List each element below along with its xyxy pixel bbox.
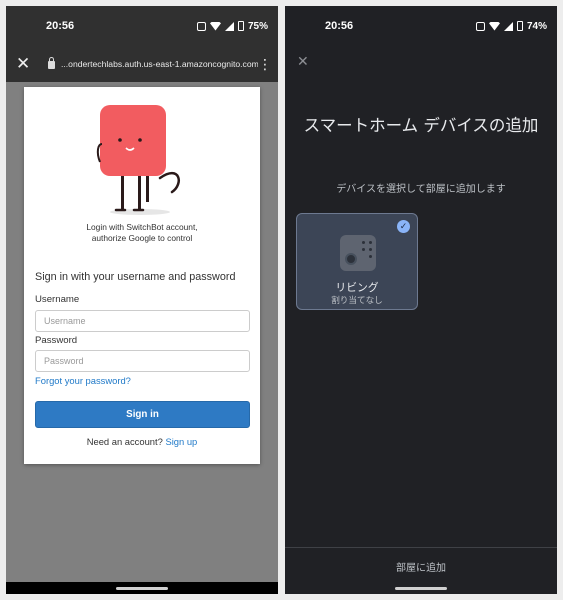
status-time: 20:56 [325, 20, 354, 32]
page-title: スマートホーム デバイスの追加 [303, 116, 539, 135]
username-input[interactable] [35, 310, 250, 332]
right-phone-screen: 20:56 74% ✕ スマートホーム デバイスの追加 デバイスを選択して部屋に… [285, 6, 557, 594]
switchbot-mascot-icon [96, 105, 180, 215]
home-handle[interactable] [395, 586, 447, 590]
nav-bar [6, 582, 278, 594]
login-with-text: Login with SwitchBot account, authorize … [24, 222, 260, 244]
signal-icon [503, 21, 513, 31]
password-label: Password [35, 335, 78, 346]
url-text[interactable]: ...ondertechlabs.auth.us-east-1.amazonco… [61, 59, 258, 69]
battery-icon [516, 21, 523, 31]
status-icons: 74% [475, 20, 547, 32]
bottom-divider [285, 547, 557, 548]
close-icon[interactable]: ✕ [16, 54, 38, 74]
signal-icon [224, 21, 234, 31]
forgot-password-link[interactable]: Forgot your password? [35, 375, 131, 386]
device-name: リビング [335, 281, 379, 294]
status-time: 20:56 [46, 20, 75, 32]
status-bar: 20:56 75% [6, 6, 278, 46]
close-icon[interactable]: ✕ [297, 53, 309, 70]
password-input[interactable] [35, 350, 250, 372]
need-account-text: Need an account? Sign up [24, 436, 260, 447]
username-label: Username [35, 294, 80, 305]
device-tile[interactable]: ✓ リビング 割り当てなし [296, 213, 418, 310]
device-assignment: 割り当てなし [331, 296, 383, 306]
checkmark-icon: ✓ [397, 220, 410, 233]
wifi-icon [488, 21, 500, 31]
nav-bar [285, 582, 557, 594]
need-account-label: Need an account? [86, 436, 163, 447]
left-phone-screen: 20:56 75% ✕ ...ondertechlabs.auth.us-eas… [6, 6, 278, 594]
browser-url-bar: ✕ ...ondertechlabs.auth.us-east-1.amazon… [6, 46, 278, 82]
signin-button[interactable]: Sign in [35, 401, 250, 428]
more-menu-icon[interactable]: ⋮ [258, 56, 272, 73]
battery-level: 74% [526, 20, 547, 32]
home-handle[interactable] [116, 586, 168, 590]
vibrate-icon [475, 21, 485, 31]
add-to-room-button[interactable]: 部屋に追加 [285, 559, 557, 574]
signup-link[interactable]: Sign up [165, 436, 197, 447]
vibrate-icon [196, 21, 206, 31]
login-with-line2: authorize Google to control [91, 233, 193, 243]
wifi-icon [209, 21, 221, 31]
battery-level: 75% [247, 20, 268, 32]
lock-icon [48, 57, 55, 69]
status-icons: 75% [196, 20, 268, 32]
battery-icon [237, 21, 244, 31]
signin-heading: Sign in with your username and password [35, 271, 236, 283]
page-subtitle: デバイスを選択して部屋に追加します [336, 184, 506, 195]
login-card: Login with SwitchBot account, authorize … [24, 87, 260, 464]
login-with-line1: Login with SwitchBot account, [86, 222, 198, 232]
status-bar: 20:56 74% [285, 6, 557, 46]
hub-device-icon [340, 235, 376, 271]
